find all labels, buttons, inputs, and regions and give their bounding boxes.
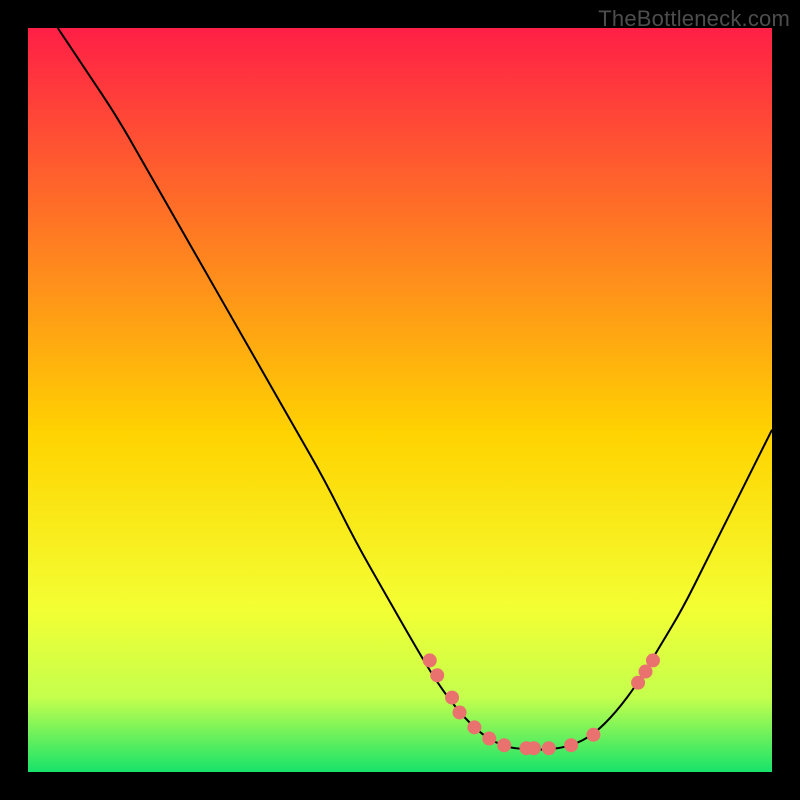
data-marker	[564, 738, 578, 752]
data-marker	[453, 705, 467, 719]
gradient-background	[28, 28, 772, 772]
data-marker	[423, 653, 437, 667]
chart-frame: TheBottleneck.com	[0, 0, 800, 800]
data-marker	[497, 738, 511, 752]
data-marker	[527, 741, 541, 755]
plot-area	[28, 28, 772, 772]
data-marker	[430, 668, 444, 682]
data-marker	[646, 653, 660, 667]
data-marker	[542, 741, 556, 755]
data-marker	[467, 720, 481, 734]
data-marker	[445, 691, 459, 705]
chart-svg	[28, 28, 772, 772]
data-marker	[482, 732, 496, 746]
data-marker	[586, 728, 600, 742]
